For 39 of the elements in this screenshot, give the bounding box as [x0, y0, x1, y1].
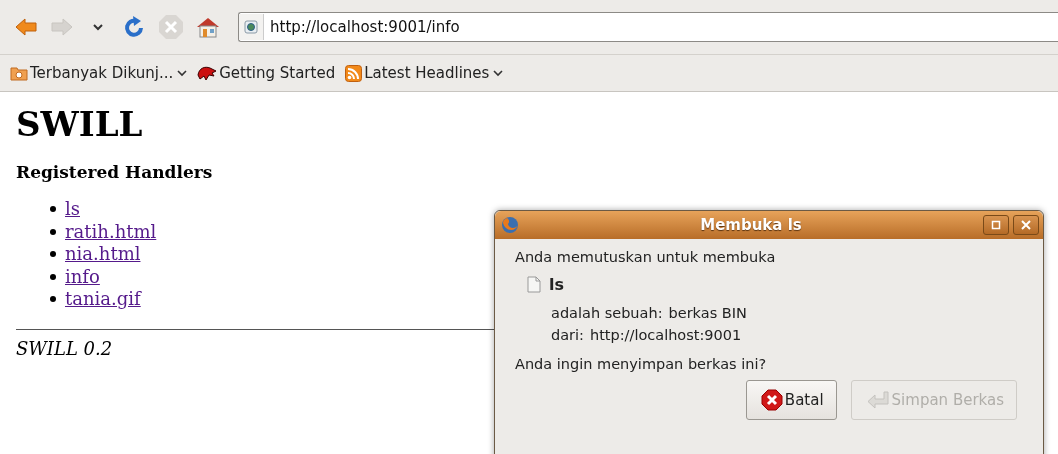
bookmark-item[interactable]: Getting Started: [197, 64, 336, 82]
type-label: adalah sebuah:: [551, 304, 663, 323]
version-text: SWILL 0.2: [16, 337, 114, 359]
folder-icon: [10, 65, 28, 81]
maximize-button[interactable]: [983, 215, 1009, 235]
section-heading: Registered Handlers: [16, 162, 214, 182]
cancel-button[interactable]: Batal: [745, 380, 837, 420]
return-arrow-icon: [865, 390, 890, 410]
bullet-icon: [50, 296, 56, 303]
caret-icon: [92, 22, 104, 32]
file-icon: [527, 276, 541, 293]
bookmark-item[interactable]: Terbanyak Dikunj...: [10, 64, 188, 82]
source-value: http://localhost:9001: [589, 326, 742, 345]
globe-icon: [501, 216, 519, 234]
cancel-icon: [760, 389, 783, 411]
dialog-title: Membuka ls: [699, 216, 803, 234]
bullet-icon: [50, 251, 56, 258]
address-field[interactable]: http://localhost:9001/info: [238, 12, 1058, 42]
page-heading: SWILL: [16, 104, 144, 144]
lizard-icon: [197, 65, 218, 81]
source-label: dari:: [551, 326, 584, 345]
bookmark-item[interactable]: Latest Headlines: [345, 64, 504, 82]
bullet-icon: [50, 206, 56, 213]
rss-icon: [345, 64, 363, 82]
type-value: berkas BIN: [668, 304, 747, 323]
handler-link[interactable]: tania.gif: [65, 288, 141, 311]
handler-link[interactable]: info: [65, 265, 100, 288]
close-icon: [1021, 220, 1031, 230]
maximize-icon: [991, 220, 1001, 230]
handler-link[interactable]: ls: [65, 198, 80, 221]
handler-link[interactable]: nia.html: [65, 243, 141, 266]
bullet-icon: [50, 228, 56, 235]
dialog-question: Anda ingin menyimpan berkas ini?: [515, 356, 768, 372]
handler-link[interactable]: ratih.html: [65, 220, 157, 243]
file-name: ls: [549, 275, 564, 294]
dialog-message: Anda memutuskan untuk membuka: [515, 249, 777, 265]
bullet-icon: [50, 273, 56, 280]
close-button[interactable]: [1013, 215, 1039, 235]
site-identity-icon[interactable]: [239, 14, 264, 40]
